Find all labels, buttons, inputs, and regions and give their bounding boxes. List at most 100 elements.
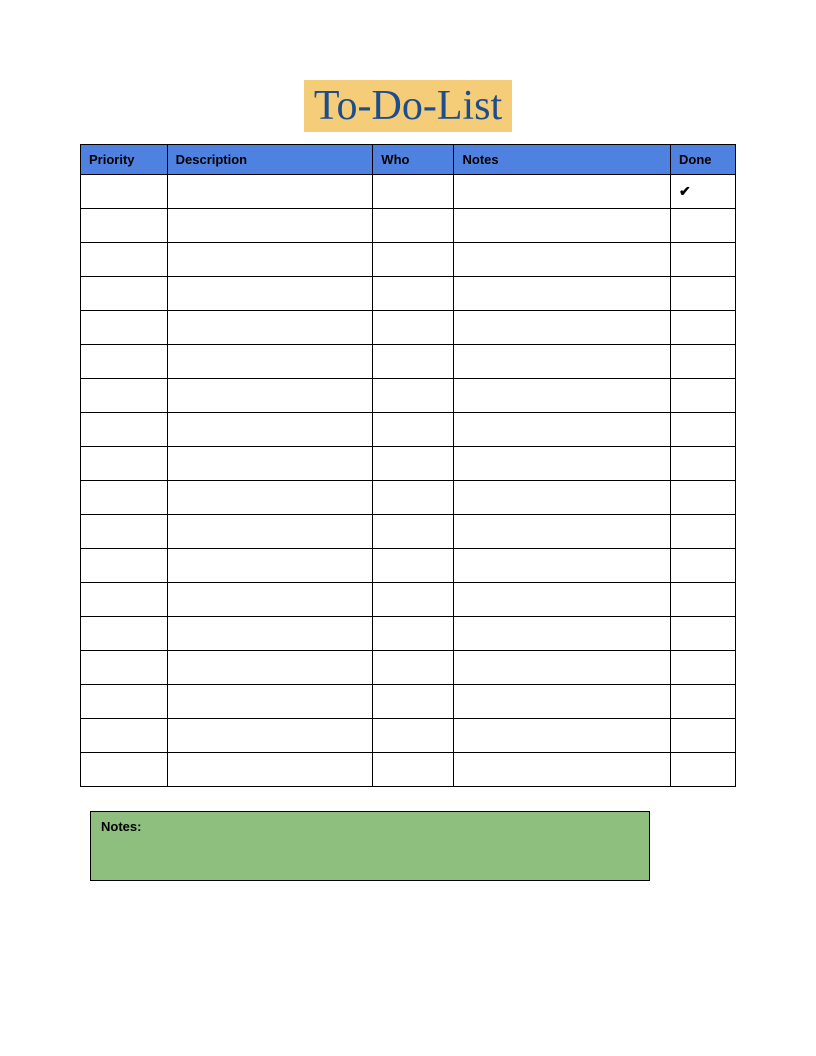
cell-priority[interactable] xyxy=(81,719,168,753)
cell-who[interactable] xyxy=(373,753,454,787)
cell-description[interactable] xyxy=(167,175,373,209)
cell-who[interactable] xyxy=(373,175,454,209)
cell-notes[interactable] xyxy=(454,685,671,719)
cell-done[interactable] xyxy=(671,651,736,685)
cell-description[interactable] xyxy=(167,209,373,243)
cell-who[interactable] xyxy=(373,243,454,277)
cell-priority[interactable] xyxy=(81,549,168,583)
cell-who[interactable] xyxy=(373,209,454,243)
cell-done[interactable] xyxy=(671,515,736,549)
table-row xyxy=(81,379,736,413)
cell-priority[interactable] xyxy=(81,243,168,277)
cell-done[interactable] xyxy=(671,583,736,617)
cell-who[interactable] xyxy=(373,549,454,583)
cell-done[interactable] xyxy=(671,209,736,243)
cell-priority[interactable] xyxy=(81,753,168,787)
cell-priority[interactable] xyxy=(81,515,168,549)
table-row xyxy=(81,753,736,787)
cell-who[interactable] xyxy=(373,277,454,311)
cell-done[interactable] xyxy=(671,345,736,379)
cell-description[interactable] xyxy=(167,515,373,549)
cell-description[interactable] xyxy=(167,311,373,345)
cell-description[interactable] xyxy=(167,719,373,753)
cell-who[interactable] xyxy=(373,481,454,515)
cell-description[interactable] xyxy=(167,753,373,787)
cell-who[interactable] xyxy=(373,583,454,617)
cell-done[interactable] xyxy=(671,753,736,787)
cell-who[interactable] xyxy=(373,651,454,685)
cell-who[interactable] xyxy=(373,379,454,413)
cell-done[interactable] xyxy=(671,243,736,277)
cell-who[interactable] xyxy=(373,447,454,481)
cell-notes[interactable] xyxy=(454,379,671,413)
cell-notes[interactable] xyxy=(454,243,671,277)
cell-priority[interactable] xyxy=(81,617,168,651)
cell-priority[interactable] xyxy=(81,277,168,311)
cell-priority[interactable] xyxy=(81,413,168,447)
table-row: ✔ xyxy=(81,175,736,209)
cell-who[interactable] xyxy=(373,685,454,719)
cell-done[interactable] xyxy=(671,311,736,345)
cell-notes[interactable] xyxy=(454,719,671,753)
cell-done[interactable] xyxy=(671,481,736,515)
cell-notes[interactable] xyxy=(454,447,671,481)
cell-description[interactable] xyxy=(167,243,373,277)
cell-notes[interactable] xyxy=(454,617,671,651)
cell-done[interactable] xyxy=(671,379,736,413)
cell-description[interactable] xyxy=(167,651,373,685)
cell-who[interactable] xyxy=(373,515,454,549)
cell-who[interactable] xyxy=(373,413,454,447)
cell-notes[interactable] xyxy=(454,481,671,515)
cell-description[interactable] xyxy=(167,345,373,379)
cell-notes[interactable] xyxy=(454,311,671,345)
cell-priority[interactable] xyxy=(81,379,168,413)
cell-priority[interactable] xyxy=(81,345,168,379)
cell-notes[interactable] xyxy=(454,345,671,379)
cell-description[interactable] xyxy=(167,413,373,447)
cell-done[interactable]: ✔ xyxy=(671,175,736,209)
cell-done[interactable] xyxy=(671,447,736,481)
cell-description[interactable] xyxy=(167,549,373,583)
col-header-priority: Priority xyxy=(81,145,168,175)
cell-who[interactable] xyxy=(373,617,454,651)
cell-done[interactable] xyxy=(671,685,736,719)
cell-description[interactable] xyxy=(167,617,373,651)
cell-who[interactable] xyxy=(373,345,454,379)
cell-notes[interactable] xyxy=(454,277,671,311)
cell-priority[interactable] xyxy=(81,583,168,617)
cell-notes[interactable] xyxy=(454,515,671,549)
cell-description[interactable] xyxy=(167,481,373,515)
table-row xyxy=(81,345,736,379)
cell-description[interactable] xyxy=(167,447,373,481)
cell-notes[interactable] xyxy=(454,175,671,209)
cell-done[interactable] xyxy=(671,617,736,651)
cell-priority[interactable] xyxy=(81,311,168,345)
table-row xyxy=(81,277,736,311)
cell-priority[interactable] xyxy=(81,481,168,515)
col-header-done: Done xyxy=(671,145,736,175)
cell-notes[interactable] xyxy=(454,583,671,617)
cell-done[interactable] xyxy=(671,719,736,753)
notes-section[interactable]: Notes: xyxy=(90,811,650,881)
cell-done[interactable] xyxy=(671,277,736,311)
cell-description[interactable] xyxy=(167,583,373,617)
cell-who[interactable] xyxy=(373,311,454,345)
cell-notes[interactable] xyxy=(454,209,671,243)
cell-priority[interactable] xyxy=(81,651,168,685)
cell-notes[interactable] xyxy=(454,549,671,583)
cell-description[interactable] xyxy=(167,277,373,311)
cell-done[interactable] xyxy=(671,549,736,583)
cell-description[interactable] xyxy=(167,685,373,719)
cell-notes[interactable] xyxy=(454,753,671,787)
cell-priority[interactable] xyxy=(81,175,168,209)
table-row xyxy=(81,651,736,685)
col-header-description: Description xyxy=(167,145,373,175)
cell-who[interactable] xyxy=(373,719,454,753)
cell-done[interactable] xyxy=(671,413,736,447)
cell-priority[interactable] xyxy=(81,209,168,243)
cell-priority[interactable] xyxy=(81,685,168,719)
cell-description[interactable] xyxy=(167,379,373,413)
cell-notes[interactable] xyxy=(454,413,671,447)
cell-notes[interactable] xyxy=(454,651,671,685)
cell-priority[interactable] xyxy=(81,447,168,481)
